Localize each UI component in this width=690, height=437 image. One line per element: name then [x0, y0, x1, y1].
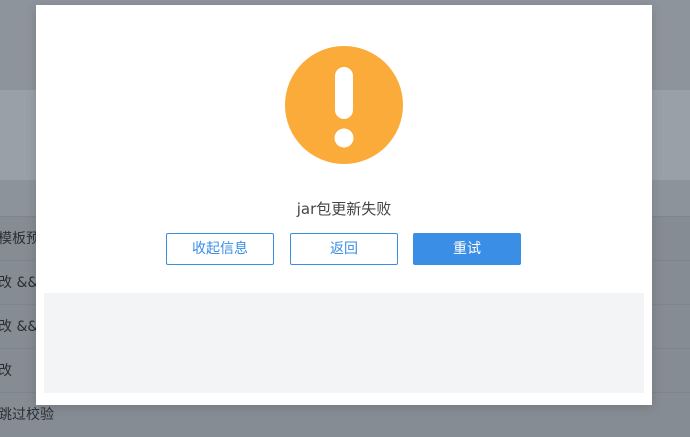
back-button[interactable]: 返回 — [290, 233, 398, 265]
retry-button[interactable]: 重试 — [413, 233, 521, 265]
exclamation-warning-icon — [285, 46, 403, 164]
error-info-panel — [44, 293, 644, 393]
error-message: jar包更新失败 — [296, 200, 392, 218]
collapse-info-button[interactable]: 收起信息 — [166, 233, 274, 265]
error-dialog: jar包更新失败 收起信息 返回 重试 — [36, 5, 652, 405]
